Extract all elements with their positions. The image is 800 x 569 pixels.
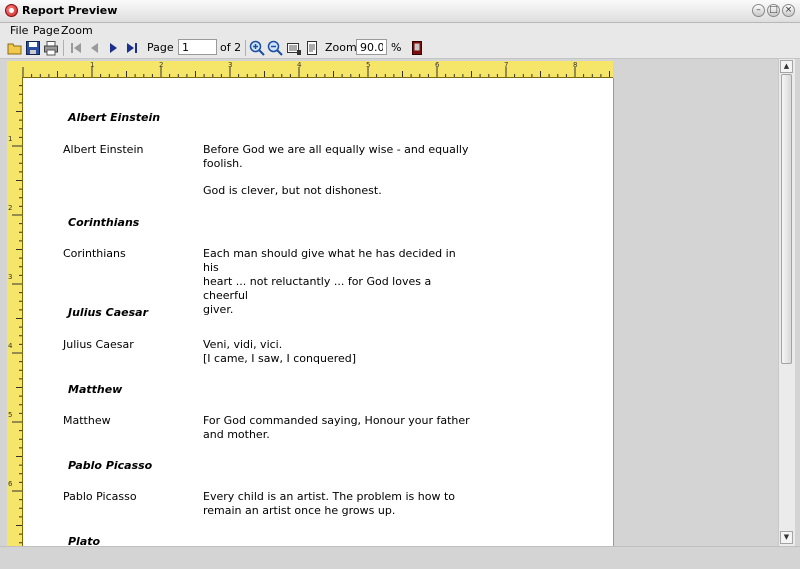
author-name: Julius Caesar — [63, 338, 134, 351]
ruler-number: 4 — [297, 61, 302, 69]
ruler-number: 4 — [8, 342, 13, 350]
quote-text: Every child is an artist. The problem is… — [203, 490, 456, 517]
toolbar-separator — [63, 40, 64, 56]
ruler-number: 3 — [8, 273, 13, 281]
last-page-icon[interactable] — [124, 40, 140, 56]
menu-file[interactable]: File — [10, 24, 28, 37]
first-page-icon[interactable] — [68, 40, 84, 56]
page-total: of 2 — [220, 41, 242, 54]
page-width-icon[interactable] — [286, 40, 302, 56]
ruler-number: 5 — [8, 411, 13, 419]
author-name: Pablo Picasso — [63, 490, 137, 503]
zoom-label: Zoom — [325, 41, 357, 54]
toolbar: Page of 2 Zoom % — [0, 38, 800, 59]
maximize-button[interactable]: □ — [767, 4, 780, 17]
group-heading: Matthew — [68, 383, 123, 396]
title-bar: Report Preview – □ × — [0, 0, 800, 23]
report-page: Albert Einstein Albert Einstein Before G… — [23, 78, 614, 546]
previous-page-icon[interactable] — [86, 40, 102, 56]
quote-text: Before God we are all equally wise - and… — [203, 143, 469, 170]
zoom-out-icon[interactable] — [267, 40, 283, 56]
author-name: Matthew — [63, 414, 111, 427]
menu-bar: File Page Zoom — [0, 23, 800, 38]
group-heading: Pablo Picasso — [68, 459, 153, 472]
print-icon[interactable] — [43, 40, 59, 56]
close-preview-icon[interactable] — [409, 40, 425, 56]
horizontal-ruler: 1 2 3 4 5 6 7 8 — [22, 61, 613, 78]
vertical-ruler: 1 2 3 4 5 6 — [7, 77, 23, 546]
toolbar-separator — [245, 40, 246, 56]
vertical-scrollbar[interactable]: ▲ ▼ — [778, 59, 795, 546]
preview-canvas: 1 2 3 4 5 6 7 8 1 2 3 4 5 6 Albert Einst… — [0, 59, 778, 546]
quote-text: Each man should give what he has decided… — [203, 247, 456, 316]
ruler-number: 6 — [8, 480, 13, 488]
group-heading: Albert Einstein — [68, 111, 161, 124]
zoom-in-icon[interactable] — [249, 40, 265, 56]
zoom-input[interactable] — [356, 39, 387, 55]
ruler-number: 8 — [573, 61, 578, 69]
page-number-input[interactable] — [178, 39, 217, 55]
ruler-number: 6 — [435, 61, 440, 69]
ruler-number: 1 — [8, 135, 13, 143]
ruler-number: 1 — [90, 61, 95, 69]
scroll-down-icon[interactable]: ▼ — [780, 531, 793, 544]
ruler-number: 3 — [228, 61, 233, 69]
quote-text: God is clever, but not dishonest. — [203, 184, 382, 197]
group-heading: Julius Caesar — [68, 306, 149, 319]
ruler-corner — [7, 61, 22, 77]
status-bar — [0, 546, 800, 569]
menu-page[interactable]: Page — [33, 24, 60, 37]
minimize-button[interactable]: – — [752, 4, 765, 17]
group-heading: Plato — [68, 535, 101, 546]
author-name: Albert Einstein — [63, 143, 144, 156]
ruler-number: 5 — [366, 61, 371, 69]
scroll-up-icon[interactable]: ▲ — [780, 60, 793, 73]
group-heading: Corinthians — [68, 216, 140, 229]
whole-page-icon[interactable] — [304, 40, 320, 56]
ruler-number: 2 — [159, 61, 164, 69]
window-title: Report Preview — [22, 4, 118, 17]
close-button[interactable]: × — [782, 4, 795, 17]
scroll-thumb[interactable] — [781, 74, 792, 364]
ruler-number: 7 — [504, 61, 509, 69]
zoom-unit: % — [391, 41, 402, 54]
next-page-icon[interactable] — [106, 40, 122, 56]
page-label: Page — [147, 41, 174, 54]
ruler-number: 2 — [8, 204, 13, 212]
open-icon[interactable] — [7, 40, 23, 56]
author-name: Corinthians — [63, 247, 126, 260]
menu-zoom[interactable]: Zoom — [61, 24, 93, 37]
save-icon[interactable] — [25, 40, 41, 56]
app-icon — [5, 4, 18, 17]
quote-text: For God commanded saying, Honour your fa… — [203, 414, 470, 441]
quote-text: Veni, vidi, vici. [I came, I saw, I conq… — [203, 338, 357, 365]
